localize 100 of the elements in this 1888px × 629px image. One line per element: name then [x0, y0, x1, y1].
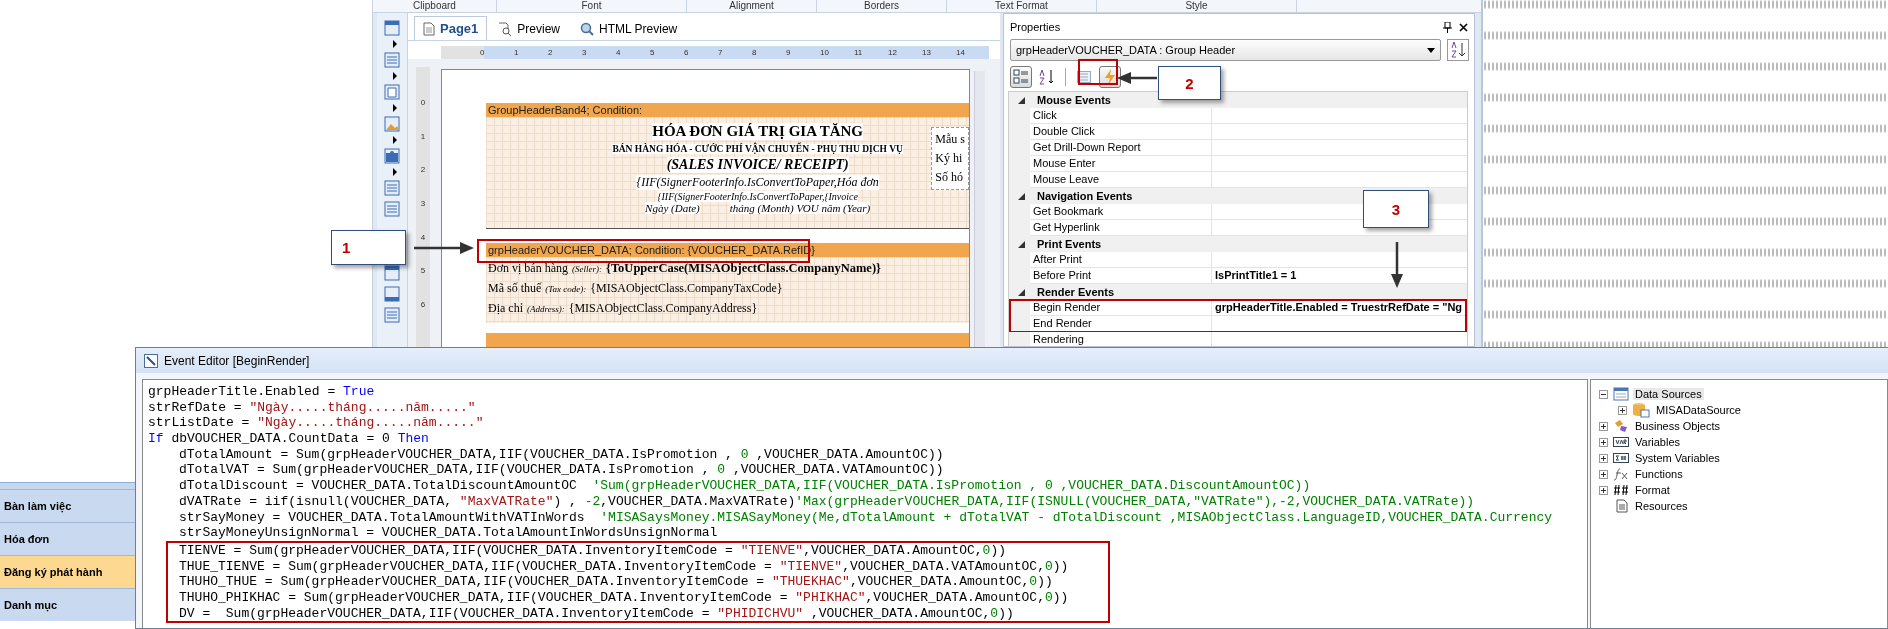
sidebar-item[interactable]: Danh mục	[0, 588, 135, 621]
code-line: TIENVE = Sum(grpHeaderVOUCHER_DATA,IIF(VOUCHER_DATA.InventoryItemCode = "TIENVE",VOUCHER_DATA.AmountOC,0))	[179, 542, 1007, 559]
report-label[interactable]: Đơn vị bán hàng	[488, 261, 568, 276]
code-line: strListDate = "Ngày.....tháng.....năm....."	[148, 415, 485, 432]
tree-item[interactable]: Variables	[1633, 436, 1683, 448]
expander-icon[interactable]	[1599, 437, 1608, 447]
band-header[interactable]: GroupHeaderBand4; Condition:	[486, 103, 969, 117]
report-text-field[interactable]: tháng (Month) VOU năm (Year)	[729, 202, 871, 214]
report-text-field[interactable]: {MISAObjectClass.CompanyTaxCode}	[590, 281, 783, 296]
arrow-icon	[1117, 72, 1157, 84]
expand-arrow-icon[interactable]	[392, 136, 398, 144]
tree-item[interactable]: Functions	[1633, 468, 1685, 480]
sidebar-item[interactable]: Hóa đơn	[0, 522, 135, 555]
ribbon-group-label: Clipboard	[373, 0, 497, 12]
collapse-triangle-icon[interactable]	[1018, 288, 1025, 296]
expand-arrow-icon[interactable]	[392, 104, 398, 112]
code-line: If dbVOUCHER_DATA.CountData = 0 Then	[148, 431, 430, 447]
report-label[interactable]: (Tax code):	[545, 284, 587, 294]
report-text-field[interactable]: {ToUpperCase(MISAObjectClass.CompanyName)}	[606, 261, 881, 276]
event-value[interactable]: grpHeaderTitle.Enabled = TruestrRefDate = "Ng	[1212, 300, 1467, 316]
tree-item[interactable]: Data Sources	[1633, 388, 1704, 400]
expander-icon[interactable]	[1599, 421, 1608, 431]
report-text-field[interactable]: {IIF(SignerFooterInfo.IsConvertToPaper,{Invoice	[657, 191, 858, 202]
event-name[interactable]: Click	[1030, 108, 1212, 124]
expander-icon[interactable]	[1599, 485, 1608, 495]
collapse-triangle-icon[interactable]	[1018, 192, 1025, 200]
event-name[interactable]: Rendering	[1030, 332, 1212, 346]
categorized-button[interactable]	[1010, 66, 1032, 88]
grip-handle[interactable]	[0, 482, 135, 489]
sidebar-item[interactable]: Bàn làm việc	[0, 489, 135, 522]
tree-item[interactable]: Business Objects	[1633, 420, 1722, 432]
event-group-label: Render Events	[1037, 286, 1115, 298]
categorized-icon	[1013, 69, 1029, 85]
report-text-field[interactable]: {IIF(SignerFooterInfo.IsConvertToPaper,Hóa đơn	[636, 175, 879, 190]
ribbon-group-label: Alignment	[687, 0, 817, 12]
report-text-field[interactable]: Ngày (Date)	[645, 202, 700, 214]
collapse-triangle-icon[interactable]	[1018, 96, 1025, 104]
document-icon	[1613, 499, 1629, 513]
event-name[interactable]: After Print	[1030, 252, 1212, 268]
magnifier-icon	[580, 21, 594, 36]
event-name[interactable]: Begin Render	[1030, 300, 1212, 316]
event-name[interactable]: Mouse Leave	[1030, 172, 1212, 188]
expander-icon[interactable]	[1599, 453, 1608, 463]
event-name[interactable]: Get Bookmark	[1030, 204, 1212, 220]
pencil-icon	[144, 353, 158, 368]
report-label[interactable]: (Seller):	[572, 264, 602, 274]
sort-icon	[1039, 69, 1055, 85]
event-name[interactable]: Double Click	[1030, 124, 1212, 140]
header-icon[interactable]	[383, 264, 401, 282]
event-name[interactable]: Get Hyperlink	[1030, 220, 1212, 236]
sidebar-item[interactable]: Đăng ký phát hành	[0, 555, 135, 588]
event-name[interactable]: End Render	[1030, 316, 1212, 332]
callout-tooltip: 3	[1363, 190, 1429, 228]
tree-item[interactable]: Resources	[1633, 500, 1690, 512]
sort-icon[interactable]	[1447, 39, 1469, 61]
ribbon-group-label: Font	[497, 0, 687, 12]
pin-icon[interactable]	[1443, 21, 1452, 33]
ribbon-group-label: Text Format	[947, 0, 1097, 12]
report-label[interactable]: Địa chỉ	[488, 301, 523, 316]
page-tab[interactable]: Page1	[414, 16, 488, 40]
close-icon[interactable]	[1459, 22, 1468, 32]
expand-arrow-icon[interactable]	[392, 72, 398, 80]
collapse-triangle-icon[interactable]	[1018, 240, 1025, 248]
report-text-field[interactable]: BÁN HÀNG HÓA - CƯỚC PHÍ VẬN CHUYỂN - PHỤ THU DỊCH VỤ	[612, 144, 903, 154]
page-tab[interactable]: Preview	[489, 16, 569, 40]
event-value[interactable]: IsPrintTitle1 = 1	[1212, 268, 1467, 284]
event-name[interactable]: Before Print	[1030, 268, 1212, 284]
expander-icon[interactable]	[1599, 389, 1608, 399]
report-text-field[interactable]: HÓA ĐƠN GIÁ TRỊ GIA TĂNG	[652, 123, 864, 140]
code-editor[interactable]	[142, 379, 1588, 628]
event-group-label: Print Events	[1037, 238, 1102, 250]
expander-icon[interactable]	[1618, 405, 1627, 415]
event-name[interactable]: Get Drill-Down Report	[1030, 140, 1212, 156]
object-dropdown[interactable]: grpHeaderVOUCHER_DATA : Group Header	[1010, 39, 1441, 61]
puzzle-icon	[1613, 419, 1629, 433]
arrow-icon	[1391, 242, 1403, 288]
footer-icon[interactable]	[383, 285, 401, 303]
band-icon[interactable]	[383, 19, 401, 37]
tree-item[interactable]: MISADataSource	[1654, 404, 1743, 416]
code-line: THUE_TIENVE = Sum(grpHeaderVOUCHER_DATA,IIF(VOUCHER_DATA.InventoryItemCode = "TIENVE",VOUCHER_DATA.VATAmountOC,0))	[179, 558, 1069, 575]
tree-item[interactable]: System Variables	[1633, 452, 1722, 464]
event-name[interactable]: Mouse Enter	[1030, 156, 1212, 172]
code-line: strRefDate = "Ngày.....tháng.....năm....."	[148, 399, 477, 416]
event-value[interactable]	[1212, 316, 1467, 332]
report-text-field[interactable]: (SALES INVOICE/ RECEIPT)	[666, 157, 849, 173]
report-label[interactable]: (Address):	[527, 304, 565, 314]
ribbon-group-label: Style	[1097, 0, 1297, 12]
puzzle-icon[interactable]	[383, 147, 401, 165]
report-label[interactable]: Mã số thuế	[488, 281, 542, 296]
report-text-field[interactable]: {MISAObjectClass.CompanyAddress}	[568, 301, 758, 316]
report-text-box[interactable]: Mẫu s Ký hi Số hó	[931, 127, 969, 190]
scrollbar[interactable]	[974, 71, 985, 347]
list-icon	[1077, 71, 1091, 83]
expand-arrow-icon[interactable]	[392, 40, 398, 48]
expander-icon[interactable]	[1599, 469, 1608, 479]
hash-icon	[1613, 483, 1629, 497]
page-tab[interactable]: HTML Preview	[571, 16, 687, 40]
expand-arrow-icon[interactable]	[392, 168, 398, 176]
tree-item[interactable]: Format	[1633, 484, 1672, 496]
horizontal-ruler: 0 1 2 3 4 5 6 7 8 9 10 11 12 13 14	[441, 46, 989, 59]
